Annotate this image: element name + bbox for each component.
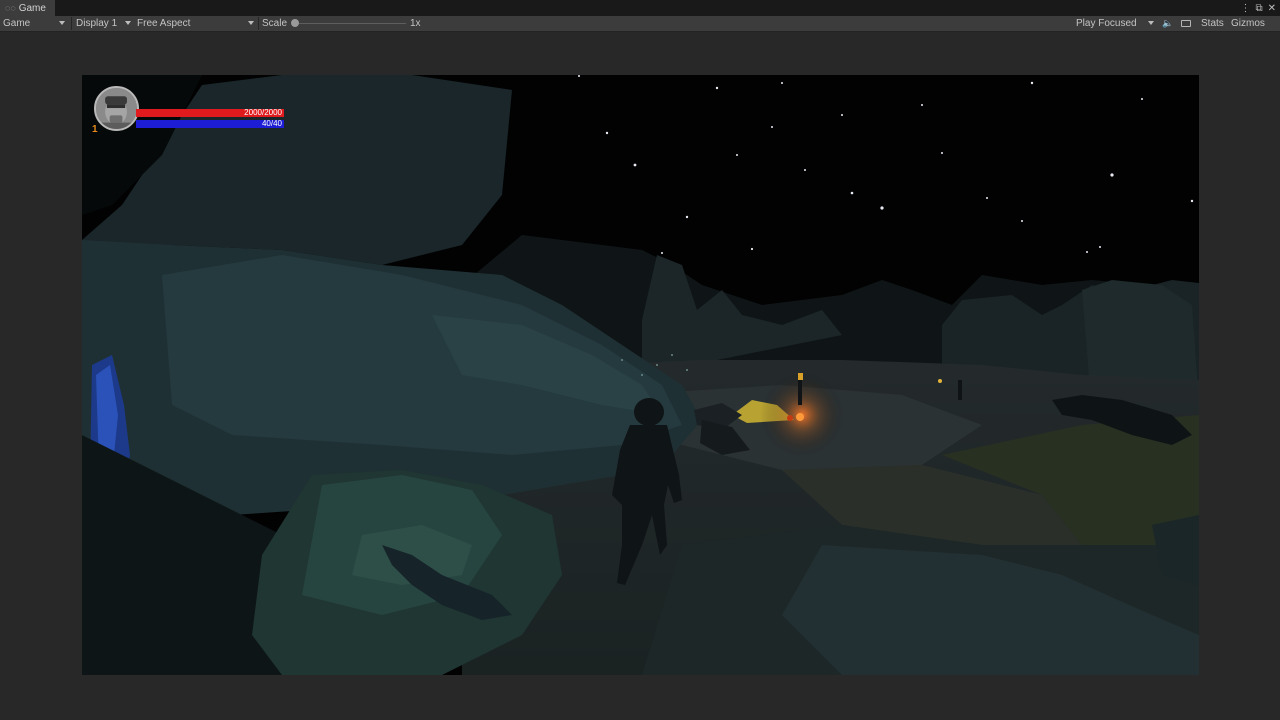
health-text: 2000/2000 <box>244 108 282 117</box>
maximize-icon[interactable]: ⧉ <box>1255 3 1262 14</box>
mute-audio-button[interactable]: 🔈 <box>1162 16 1173 31</box>
view-mode-label: Game <box>3 18 31 29</box>
game-viewport[interactable]: 2000/2000 40/40 1 <box>82 75 1199 675</box>
mana-text: 40/40 <box>261 119 282 128</box>
scale-slider-handle[interactable] <box>291 19 299 27</box>
aspect-dropdown[interactable]: Free Aspect <box>137 16 256 31</box>
play-mode-label: Play Focused <box>1076 18 1137 29</box>
display-dropdown[interactable]: Display 1 <box>76 16 133 31</box>
gizmos-button[interactable]: Gizmos <box>1231 16 1265 31</box>
more-menu-icon[interactable]: ⋮ <box>1240 3 1250 14</box>
health-bar: 2000/2000 <box>136 108 284 117</box>
tab-game[interactable]: ◌◌ Game <box>0 0 55 16</box>
player-portrait <box>94 86 139 131</box>
chevron-down-icon <box>125 21 131 25</box>
stats-window-button[interactable] <box>1181 16 1191 31</box>
stats-window-icon <box>1181 20 1191 27</box>
scale-label: Scale <box>262 18 288 29</box>
chevron-down-icon <box>1148 21 1154 25</box>
player-hud: 2000/2000 40/40 1 <box>82 75 382 145</box>
tab-bar: ◌◌ Game ⋮ ⧉ ✕ <box>0 0 1280 16</box>
mana-bar: 40/40 <box>136 119 284 128</box>
gamepad-icon: ◌◌ <box>5 2 16 13</box>
aspect-label: Free Aspect <box>137 18 191 29</box>
chevron-down-icon <box>248 21 254 25</box>
display-label: Display 1 <box>76 18 118 29</box>
speaker-icon: 🔈 <box>1162 18 1174 28</box>
avatar-icon <box>96 88 137 129</box>
scale-value: 1x <box>410 18 421 29</box>
divider <box>258 17 259 30</box>
player-level: 1 <box>92 124 98 135</box>
play-mode-dropdown[interactable]: Play Focused <box>1076 16 1156 31</box>
divider <box>71 17 72 30</box>
window-controls: ⋮ ⧉ ✕ <box>1240 0 1276 16</box>
close-icon[interactable]: ✕ <box>1268 3 1276 14</box>
chevron-down-icon <box>59 21 65 25</box>
scale-slider-track[interactable] <box>293 23 406 24</box>
stats-button[interactable]: Stats <box>1201 16 1224 31</box>
view-mode-dropdown[interactable]: Game <box>3 16 67 31</box>
game-toolbar: Game Display 1 Free Aspect Scale 1x Play… <box>0 16 1280 32</box>
tab-game-label: Game <box>18 2 46 14</box>
game-scene <box>82 75 1199 675</box>
